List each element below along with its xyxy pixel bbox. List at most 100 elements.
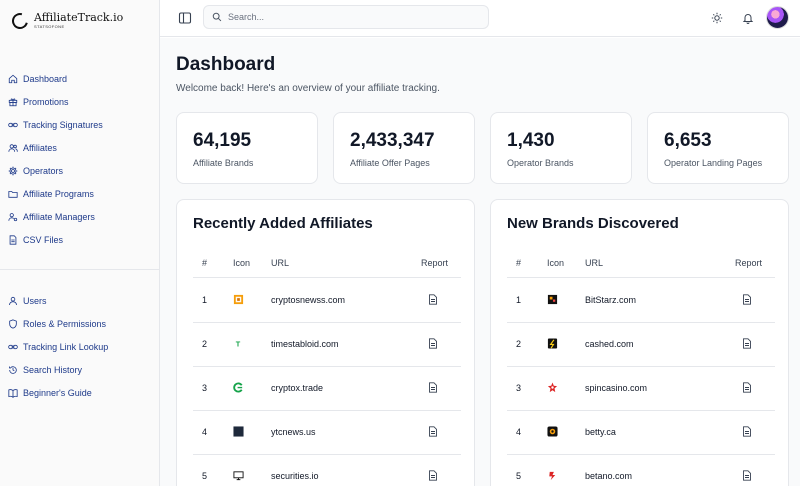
- stat-card-operator-brands: 1,430 Operator Brands: [490, 112, 632, 184]
- betano-logo-icon: [549, 471, 556, 481]
- report-icon[interactable]: [428, 426, 438, 437]
- search-bar[interactable]: [203, 5, 489, 29]
- table-row[interactable]: 1 cryptosnewss.com: [193, 279, 461, 323]
- row-number: 3: [516, 383, 522, 393]
- bell-icon[interactable]: [742, 12, 754, 24]
- row-url[interactable]: securities.io: [271, 471, 319, 481]
- stat-label: Affiliate Offer Pages: [350, 158, 430, 168]
- sidebar-item-label: CSV Files: [23, 234, 64, 245]
- table-row[interactable]: 3 cryptox.trade: [193, 367, 461, 411]
- sidebar-item-users[interactable]: Users: [0, 289, 160, 312]
- table-row[interactable]: 4 ytcnews.us: [193, 411, 461, 455]
- column-header-num: #: [202, 258, 208, 268]
- folder-icon: [8, 190, 18, 198]
- recent-affiliates-card: Recently Added Affiliates # Icon URL Rep…: [176, 199, 475, 486]
- sidebar-toggle-icon[interactable]: [178, 11, 192, 25]
- cashed-logo-icon: [547, 338, 558, 349]
- brand-logo[interactable]: AffiliateTrack.io STATSOFONE: [9, 9, 124, 32]
- search-input[interactable]: [228, 12, 468, 22]
- history-icon: [9, 365, 17, 374]
- report-icon[interactable]: [742, 470, 752, 481]
- column-header-icon: Icon: [233, 258, 251, 268]
- row-url[interactable]: cryptox.trade: [271, 383, 323, 393]
- bitstarz-logo-icon: [547, 294, 558, 305]
- brand-title: AffiliateTrack.io: [34, 11, 124, 24]
- row-number: 1: [202, 295, 208, 305]
- gear-icon: [8, 166, 18, 175]
- row-number: 3: [202, 383, 208, 393]
- svg-text:T: T: [236, 339, 241, 348]
- home-icon: [8, 74, 18, 83]
- sidebar-item-label: Promotions: [23, 96, 69, 107]
- gift-icon: [8, 98, 18, 106]
- sidebar-item-promotions[interactable]: Promotions: [0, 90, 160, 113]
- table-row[interactable]: 2 T timestabloid.com: [193, 323, 461, 367]
- column-header-url: URL: [585, 258, 604, 268]
- link-icon: [8, 122, 18, 127]
- row-url[interactable]: spincasino.com: [585, 383, 647, 393]
- report-icon[interactable]: [742, 382, 752, 393]
- report-icon[interactable]: [428, 294, 438, 305]
- betty-logo-icon: [547, 426, 558, 437]
- row-url[interactable]: betano.com: [585, 471, 632, 481]
- row-url[interactable]: ytcnews.us: [271, 427, 316, 437]
- avatar[interactable]: [766, 6, 789, 29]
- row-url[interactable]: cryptosnewss.com: [271, 295, 345, 305]
- table-row[interactable]: 5 securities.io: [193, 455, 461, 486]
- sidebar-item-operators[interactable]: Operators: [0, 159, 160, 182]
- report-icon[interactable]: [742, 426, 752, 437]
- page-title: Dashboard: [176, 54, 276, 75]
- shield-icon: [9, 318, 17, 329]
- table-row[interactable]: 4 betty.ca: [507, 411, 775, 455]
- sun-icon[interactable]: [711, 12, 723, 24]
- sidebar-item-affiliate-managers[interactable]: Affiliate Managers: [0, 205, 160, 228]
- user-cog-icon: [8, 212, 18, 221]
- table-row[interactable]: 1 BitStarz.com: [507, 279, 775, 323]
- row-number: 5: [202, 471, 208, 481]
- securities-logo-icon: [233, 471, 244, 481]
- row-url[interactable]: betty.ca: [585, 427, 616, 437]
- sidebar-item-dashboard[interactable]: Dashboard: [0, 67, 160, 90]
- stat-card-operator-landing-pages: 6,653 Operator Landing Pages: [647, 112, 789, 184]
- report-icon[interactable]: [428, 382, 438, 393]
- row-number: 4: [202, 427, 208, 437]
- page-subtitle: Welcome back! Here's an overview of your…: [176, 83, 440, 94]
- report-icon[interactable]: [428, 470, 438, 481]
- row-url[interactable]: cashed.com: [585, 339, 634, 349]
- row-number: 4: [516, 427, 522, 437]
- table-row[interactable]: 3 spincasino.com: [507, 367, 775, 411]
- sidebar-item-label: Tracking Signatures: [23, 119, 103, 130]
- stat-value: 2,433,347: [350, 130, 435, 151]
- row-number: 2: [516, 339, 522, 349]
- row-number: 5: [516, 471, 522, 481]
- new-brands-card: New Brands Discovered # Icon URL Report …: [490, 199, 789, 486]
- card-title: Recently Added Affiliates: [193, 215, 373, 232]
- sidebar-item-roles-permissions[interactable]: Roles & Permissions: [0, 312, 160, 335]
- sidebar-item-tracking-link-lookup[interactable]: Tracking Link Lookup: [0, 335, 160, 358]
- sidebar-item-tracking-signatures[interactable]: Tracking Signatures: [0, 113, 160, 136]
- report-icon[interactable]: [742, 294, 752, 305]
- sidebar-item-label: Dashboard: [23, 73, 68, 84]
- stat-card-affiliate-brands: 64,195 Affiliate Brands: [176, 112, 318, 184]
- table-header: # Icon URL Report: [193, 250, 461, 278]
- sidebar-item-csv-files[interactable]: CSV Files: [0, 228, 160, 251]
- column-header-report: Report: [735, 258, 763, 268]
- sidebar-item-affiliate-programs[interactable]: Affiliate Programs: [0, 182, 160, 205]
- table-row[interactable]: 5 betano.com: [507, 455, 775, 486]
- sidebar-item-beginners-guide[interactable]: Beginner's Guide: [0, 381, 160, 404]
- sidebar-divider: [0, 269, 160, 270]
- sidebar-item-search-history[interactable]: Search History: [0, 358, 160, 381]
- column-header-icon: Icon: [547, 258, 565, 268]
- report-icon[interactable]: [742, 338, 752, 349]
- sidebar-item-label: Beginner's Guide: [23, 387, 92, 398]
- row-url[interactable]: timestabloid.com: [271, 339, 339, 349]
- table-row[interactable]: 2 cashed.com: [507, 323, 775, 367]
- sidebar-item-label: Operators: [23, 165, 64, 176]
- report-icon[interactable]: [428, 338, 438, 349]
- sidebar-item-label: Search History: [23, 364, 83, 375]
- row-url[interactable]: BitStarz.com: [585, 295, 636, 305]
- link-icon: [8, 344, 18, 349]
- stat-value: 6,653: [664, 130, 712, 151]
- sidebar-item-affiliates[interactable]: Affiliates: [0, 136, 160, 159]
- sidebar-item-label: Tracking Link Lookup: [23, 341, 109, 352]
